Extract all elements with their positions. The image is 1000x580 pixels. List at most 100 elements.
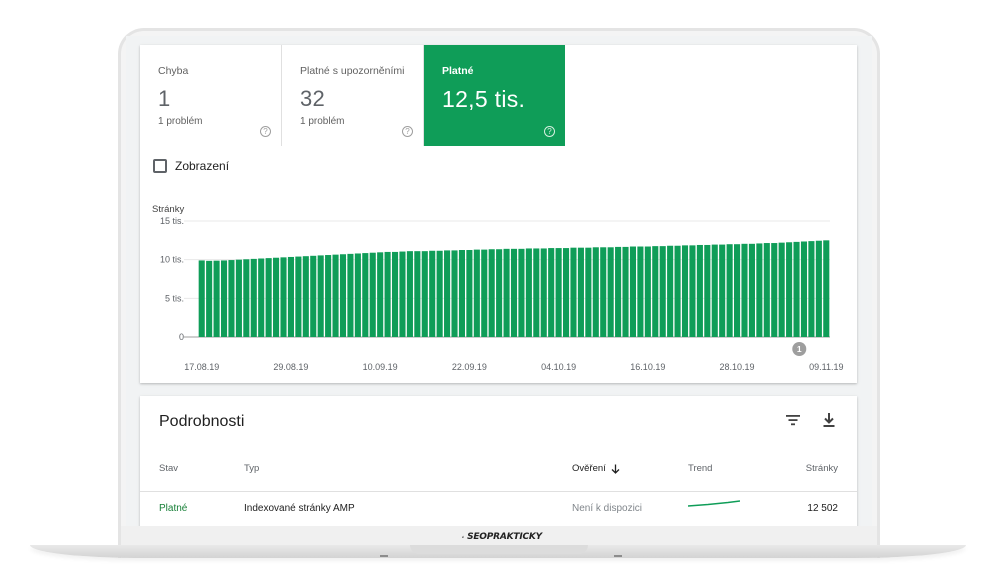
chart-bar xyxy=(800,241,808,337)
help-icon[interactable]: ? xyxy=(544,126,555,137)
chart-bar xyxy=(726,244,733,337)
chart-bar xyxy=(347,253,354,337)
chart-bar xyxy=(778,242,785,337)
chart-bar xyxy=(481,249,488,337)
metric-value: 1 xyxy=(158,86,171,111)
row-pages[interactable]: 12 502 xyxy=(807,503,838,514)
y-tick-label: 0 xyxy=(179,332,184,342)
chart-bar xyxy=(265,258,272,337)
metric-label: Chyba xyxy=(158,65,189,77)
chart-bar xyxy=(206,260,213,337)
chart-bar xyxy=(339,254,347,337)
chart-bar xyxy=(488,249,495,337)
impressions-toggle[interactable]: Zobrazení xyxy=(153,159,229,173)
chart-bar xyxy=(681,245,689,337)
filter-icon[interactable] xyxy=(783,410,803,430)
chart-bar xyxy=(436,250,443,337)
details-card: Podrobnosti Stav Typ Ověření Trend Strán… xyxy=(140,396,857,526)
chart-bar xyxy=(607,247,614,337)
x-tick-label: 16.10.19 xyxy=(630,362,665,372)
metric-tab-error[interactable]: Chyba 1 1 problém ? xyxy=(140,45,281,146)
chart-bar xyxy=(414,251,421,337)
chart-bar xyxy=(273,257,280,337)
chart-bar xyxy=(466,250,473,337)
chart-bar xyxy=(563,248,570,337)
chart-bar xyxy=(548,248,555,337)
chart-bar xyxy=(384,251,391,337)
chart-bar xyxy=(674,245,681,337)
chart-bar xyxy=(220,260,228,337)
y-tick-label: 5 tis. xyxy=(165,293,184,303)
impressions-checkbox[interactable] xyxy=(153,159,167,173)
chart-bar xyxy=(808,241,815,337)
details-title: Podrobnosti xyxy=(159,413,245,430)
chart-bar xyxy=(496,249,503,337)
help-icon[interactable]: ? xyxy=(260,126,271,137)
chart-bar xyxy=(280,257,287,337)
chart-bar xyxy=(510,248,518,337)
laptop-foot-right xyxy=(614,555,622,557)
chart-bar xyxy=(503,248,510,337)
chart-bar xyxy=(525,248,532,337)
chart-bar xyxy=(652,246,659,337)
column-header-pages[interactable]: Stránky xyxy=(806,463,838,474)
column-header-label: Ověření xyxy=(572,463,606,474)
table-divider xyxy=(140,491,857,492)
column-header-type[interactable]: Typ xyxy=(244,463,259,474)
chart-bar xyxy=(615,246,622,337)
chart-bar xyxy=(540,248,547,337)
metric-value: 12,5 tis. xyxy=(442,86,526,112)
chart-bar xyxy=(243,259,250,337)
x-tick-label: 10.09.19 xyxy=(363,362,398,372)
column-header-status[interactable]: Stav xyxy=(159,463,178,474)
chart-bar xyxy=(332,254,339,337)
y-tick-label: 10 tis. xyxy=(160,255,184,265)
annotation-label: 1 xyxy=(797,344,802,354)
brand-logo-icon xyxy=(462,535,465,538)
row-status[interactable]: Platné xyxy=(159,503,187,514)
chart-bar xyxy=(756,243,763,337)
chart-bar xyxy=(644,246,651,337)
row-validation[interactable]: Není k dispozici xyxy=(572,503,642,514)
column-header-trend[interactable]: Trend xyxy=(688,463,712,474)
chart-bar xyxy=(429,250,436,337)
download-icon[interactable] xyxy=(819,410,839,430)
chart-bar xyxy=(600,247,607,337)
sort-arrow-down-icon xyxy=(611,464,620,474)
x-tick-label: 17.08.19 xyxy=(184,362,219,372)
metric-tab-valid-with-warnings[interactable]: Platné s upozorněními 32 1 problém ? xyxy=(281,45,423,146)
coverage-chart: Stránky 0 5 tis. 10 tis. 15 tis. 17.08.19 29.0… xyxy=(140,193,857,373)
metric-label: Platné s upozorněními xyxy=(300,65,405,77)
chart-bar xyxy=(748,243,755,337)
coverage-summary-card: Chyba 1 1 problém ? Platné s upozorněním… xyxy=(140,45,857,383)
chart-bar xyxy=(629,246,637,337)
chart-bar xyxy=(406,251,413,337)
help-icon[interactable]: ? xyxy=(402,126,413,137)
chart-bar xyxy=(577,247,584,337)
chart-bar xyxy=(734,244,741,337)
row-type[interactable]: Indexované stránky AMP xyxy=(244,503,355,514)
metric-value: 32 xyxy=(300,86,326,111)
chart-bar xyxy=(391,251,399,337)
chart-bar xyxy=(310,255,317,337)
x-tick-label: 04.10.19 xyxy=(541,362,576,372)
chart-bar xyxy=(362,253,369,337)
chart-bar xyxy=(473,249,480,337)
chart-bar xyxy=(637,246,644,337)
chart-bar xyxy=(659,246,666,337)
column-header-validation[interactable]: Ověření xyxy=(572,463,620,474)
y-axis-label: Stránky xyxy=(152,204,184,215)
chart-bar xyxy=(689,245,696,337)
chart-bar xyxy=(444,250,451,337)
chart-bar xyxy=(555,248,562,337)
x-tick-label: 22.09.19 xyxy=(452,362,487,372)
chart-bar xyxy=(585,247,592,337)
brand-logo-text: SEOPRAKTICKY xyxy=(467,532,542,542)
brand-logo: SEOPRAKTICKY xyxy=(462,530,542,544)
chart-bar xyxy=(287,256,294,337)
metric-tab-valid[interactable]: Platné 12,5 tis. ? xyxy=(423,45,565,146)
y-tick-label: 15 tis. xyxy=(160,216,184,226)
chart-bar xyxy=(235,259,242,337)
metric-label: Platné xyxy=(442,65,474,77)
chart-bar xyxy=(213,260,220,337)
